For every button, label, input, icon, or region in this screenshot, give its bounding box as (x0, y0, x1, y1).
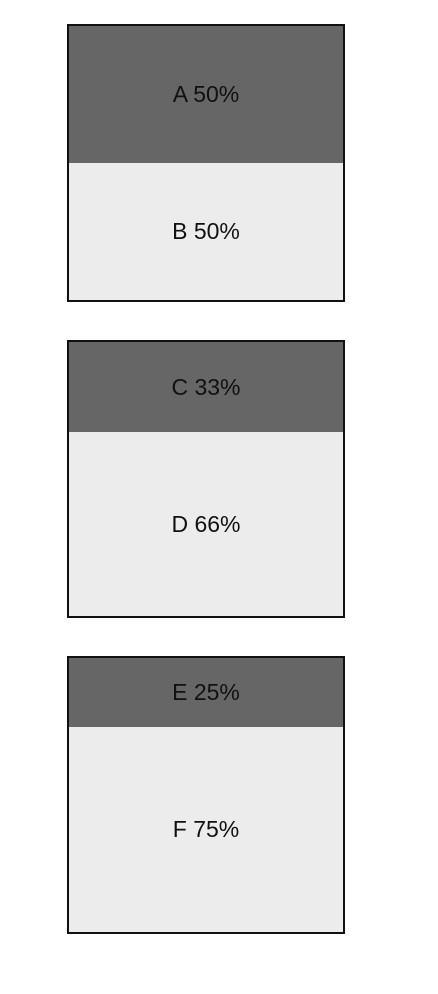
split-box-1: A 50% B 50% (67, 24, 345, 302)
split-box-2: C 33% D 66% (67, 340, 345, 618)
segment-a: A 50% (69, 26, 343, 163)
split-box-3: E 25% F 75% (67, 656, 345, 934)
segment-c: C 33% (69, 342, 343, 433)
split-box-diagram: { "colors": { "top_fill": "#666666", "bo… (0, 0, 438, 994)
segment-e: E 25% (69, 658, 343, 727)
segment-b: B 50% (69, 163, 343, 300)
segment-d: D 66% (69, 432, 343, 616)
segment-f: F 75% (69, 726, 343, 932)
